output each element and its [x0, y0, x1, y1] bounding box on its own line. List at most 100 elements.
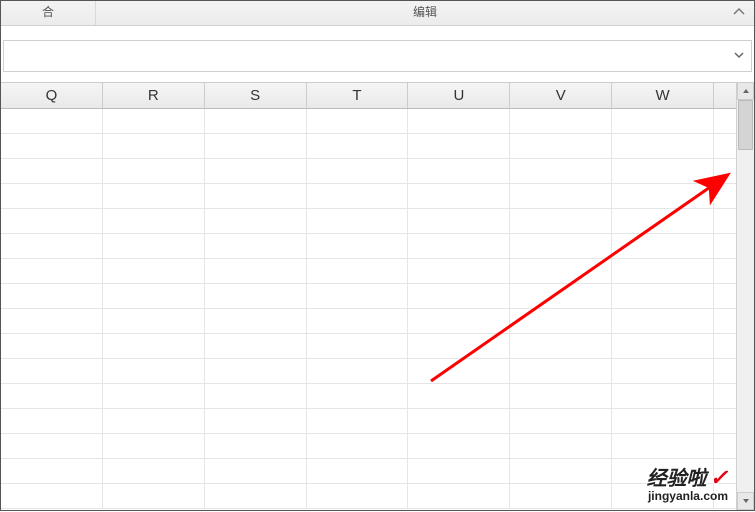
- cell[interactable]: [612, 134, 714, 158]
- cell[interactable]: [1, 284, 103, 308]
- scroll-down-button[interactable]: [737, 492, 754, 510]
- formula-expand-icon[interactable]: [733, 49, 745, 63]
- cell[interactable]: [408, 284, 510, 308]
- cell[interactable]: [510, 234, 612, 258]
- cell[interactable]: [510, 134, 612, 158]
- cell[interactable]: [205, 284, 307, 308]
- cell[interactable]: [205, 134, 307, 158]
- cell[interactable]: [103, 284, 205, 308]
- cell[interactable]: [612, 109, 714, 133]
- cell[interactable]: [510, 159, 612, 183]
- cell[interactable]: [1, 384, 103, 408]
- cell[interactable]: [612, 334, 714, 358]
- cell[interactable]: [1, 209, 103, 233]
- cell[interactable]: [307, 384, 409, 408]
- cell[interactable]: [714, 184, 736, 208]
- column-header-W[interactable]: W: [612, 83, 714, 108]
- scroll-track[interactable]: [737, 100, 754, 492]
- cell[interactable]: [307, 434, 409, 458]
- cell[interactable]: [612, 309, 714, 333]
- cell[interactable]: [510, 434, 612, 458]
- cell[interactable]: [103, 184, 205, 208]
- cell[interactable]: [612, 384, 714, 408]
- scroll-up-button[interactable]: [737, 82, 754, 100]
- cell[interactable]: [1, 184, 103, 208]
- cell[interactable]: [1, 434, 103, 458]
- cell[interactable]: [205, 184, 307, 208]
- cell[interactable]: [510, 384, 612, 408]
- cell[interactable]: [510, 259, 612, 283]
- cell[interactable]: [612, 409, 714, 433]
- cell[interactable]: [612, 359, 714, 383]
- cell[interactable]: [408, 159, 510, 183]
- cell[interactable]: [1, 309, 103, 333]
- cell[interactable]: [408, 234, 510, 258]
- cell[interactable]: [408, 209, 510, 233]
- cell[interactable]: [714, 234, 736, 258]
- formula-bar[interactable]: [3, 40, 752, 72]
- column-header-Q[interactable]: Q: [1, 83, 103, 108]
- cell[interactable]: [103, 309, 205, 333]
- cell[interactable]: [1, 334, 103, 358]
- ribbon-group-merge[interactable]: 合: [1, 1, 96, 25]
- cell[interactable]: [714, 409, 736, 433]
- column-header-R[interactable]: R: [103, 83, 205, 108]
- cell[interactable]: [103, 409, 205, 433]
- cell[interactable]: [612, 434, 714, 458]
- cell[interactable]: [307, 259, 409, 283]
- cell[interactable]: [307, 284, 409, 308]
- cell[interactable]: [510, 184, 612, 208]
- cell[interactable]: [408, 409, 510, 433]
- cell[interactable]: [408, 359, 510, 383]
- cell[interactable]: [103, 359, 205, 383]
- cell[interactable]: [205, 484, 307, 508]
- cell[interactable]: [714, 434, 736, 458]
- cell[interactable]: [510, 409, 612, 433]
- cell[interactable]: [510, 309, 612, 333]
- cell[interactable]: [510, 334, 612, 358]
- cell[interactable]: [307, 484, 409, 508]
- cell[interactable]: [205, 309, 307, 333]
- cell[interactable]: [205, 109, 307, 133]
- cell[interactable]: [307, 184, 409, 208]
- cell[interactable]: [408, 184, 510, 208]
- cell[interactable]: [307, 409, 409, 433]
- cell[interactable]: [408, 459, 510, 483]
- cell[interactable]: [205, 159, 307, 183]
- cell[interactable]: [1, 409, 103, 433]
- cell[interactable]: [103, 134, 205, 158]
- cell[interactable]: [103, 334, 205, 358]
- cell[interactable]: [307, 209, 409, 233]
- cell[interactable]: [205, 259, 307, 283]
- grid-body[interactable]: [1, 109, 736, 509]
- cell[interactable]: [103, 384, 205, 408]
- cell[interactable]: [510, 484, 612, 508]
- cell[interactable]: [205, 384, 307, 408]
- vertical-scrollbar[interactable]: [736, 82, 754, 510]
- cell[interactable]: [307, 309, 409, 333]
- cell[interactable]: [714, 334, 736, 358]
- cell[interactable]: [510, 284, 612, 308]
- cell[interactable]: [408, 334, 510, 358]
- cell[interactable]: [714, 284, 736, 308]
- cell[interactable]: [307, 359, 409, 383]
- cell[interactable]: [1, 259, 103, 283]
- cell[interactable]: [612, 209, 714, 233]
- column-header-U[interactable]: U: [408, 83, 510, 108]
- cell[interactable]: [103, 484, 205, 508]
- cell[interactable]: [1, 484, 103, 508]
- cell[interactable]: [612, 184, 714, 208]
- cell[interactable]: [714, 259, 736, 283]
- cell[interactable]: [408, 434, 510, 458]
- cell[interactable]: [307, 109, 409, 133]
- cell[interactable]: [408, 384, 510, 408]
- cell[interactable]: [408, 109, 510, 133]
- cell[interactable]: [205, 459, 307, 483]
- cell[interactable]: [307, 159, 409, 183]
- cell[interactable]: [714, 209, 736, 233]
- cell[interactable]: [408, 259, 510, 283]
- cell[interactable]: [510, 109, 612, 133]
- cell[interactable]: [205, 209, 307, 233]
- cell[interactable]: [1, 159, 103, 183]
- cell[interactable]: [510, 459, 612, 483]
